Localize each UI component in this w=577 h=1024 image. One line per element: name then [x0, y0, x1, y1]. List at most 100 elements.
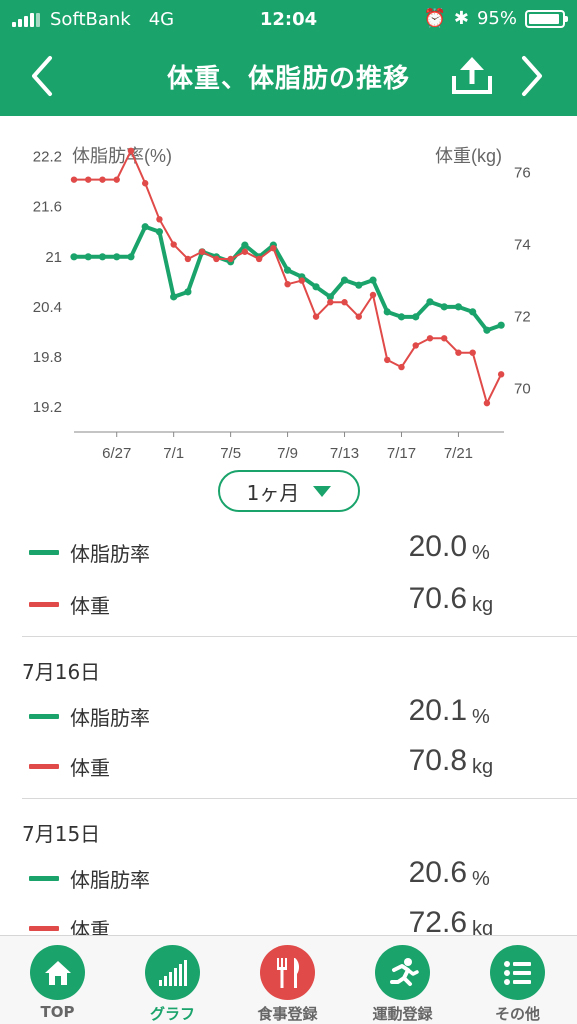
period-selector[interactable]: 1ヶ月	[218, 470, 360, 512]
fat-rate-point	[127, 253, 135, 261]
app-header: SoftBank 4G 12:04 ⏰ ✱ 95% 体重、体脂肪の推移	[0, 0, 577, 116]
row-unit: kg	[472, 756, 494, 778]
right-tick-label: 74	[514, 237, 531, 254]
weight-point	[99, 176, 106, 183]
fat-legend-swatch	[29, 876, 59, 881]
weight-point	[412, 342, 419, 349]
row-value: 20.6	[408, 856, 467, 889]
weight-point	[241, 248, 249, 255]
row-label: 体脂肪率	[70, 706, 150, 730]
weight-fat-chart: 体脂肪率(%) 体重(kg) 22.2 21.6 21 20.4 19.8 19.2 76 74 7…	[33, 146, 531, 460]
entry-row-fat[interactable]: 体脂肪率 20.1 %	[0, 692, 577, 742]
battery-icon	[525, 9, 568, 28]
row-unit: kg	[472, 594, 494, 616]
divider	[22, 798, 577, 799]
bluetooth-icon: ✱	[453, 8, 469, 29]
entry-date: 7月16日	[22, 660, 101, 684]
x-tick-label: 7/1	[163, 445, 184, 460]
tab-exercise[interactable]: 運動登録	[345, 936, 460, 1024]
entry-row-weight[interactable]: 体重 70.8 kg	[0, 742, 577, 792]
x-tick-label: 7/9	[277, 445, 298, 460]
tab-top[interactable]: TOP	[0, 936, 115, 1024]
tab-meal[interactable]: 食事登録	[230, 936, 345, 1024]
x-tick-label: 7/13	[330, 445, 359, 460]
weight-point	[355, 313, 362, 320]
share-icon[interactable]	[446, 52, 498, 100]
weight-point	[156, 216, 163, 223]
tab-graph[interactable]: グラフ	[115, 936, 230, 1024]
left-tick-label: 20.4	[33, 299, 62, 316]
row-unit: %	[472, 868, 490, 890]
summary-row-fat[interactable]: 体脂肪率 20.0 %	[0, 528, 577, 578]
left-tick-label: 21	[45, 249, 62, 266]
status-bar: SoftBank 4G 12:04 ⏰ ✱ 95%	[0, 0, 577, 40]
weight-point	[127, 147, 135, 155]
weight-point	[227, 255, 234, 263]
fat-rate-point	[397, 313, 406, 321]
left-tick-label: 19.2	[33, 399, 62, 416]
row-unit: %	[472, 542, 490, 564]
fat-rate-point	[98, 253, 107, 261]
row-value: 70.6	[408, 582, 467, 615]
weight-point	[113, 176, 120, 183]
left-tick-label: 19.8	[33, 349, 62, 366]
row-label: 体脂肪率	[70, 868, 150, 892]
bar-chart-icon	[145, 945, 200, 1000]
fat-rate-point	[355, 281, 363, 289]
weight-legend-swatch	[29, 764, 59, 769]
running-icon	[375, 945, 430, 1000]
entry-row-fat[interactable]: 体脂肪率 20.6 %	[0, 854, 577, 904]
right-tick-label: 72	[514, 309, 531, 326]
row-value: 20.0	[408, 530, 467, 563]
dropdown-arrow-icon	[313, 485, 332, 497]
next-button[interactable]	[508, 50, 556, 102]
fat-rate-point	[170, 293, 178, 301]
fat-legend-swatch	[29, 714, 59, 719]
row-value: 20.1	[408, 694, 467, 727]
weight-point	[426, 335, 434, 342]
tab-label: グラフ	[149, 1005, 195, 1023]
fat-rate-point	[440, 303, 448, 311]
weight-point	[198, 248, 206, 255]
row-value: 70.8	[408, 744, 467, 777]
fat-rate-point	[283, 266, 292, 274]
fat-rate-point	[141, 223, 149, 231]
weight-point	[184, 255, 192, 263]
weight-point	[141, 180, 149, 187]
alarm-icon: ⏰	[423, 8, 446, 29]
left-tick-label: 21.6	[33, 199, 62, 216]
right-axis-title: 体重(kg)	[435, 146, 502, 166]
fat-rate-point	[454, 303, 463, 311]
right-tick-label: 76	[514, 164, 531, 181]
weight-point	[312, 313, 320, 320]
weight-point	[327, 299, 334, 306]
summary-row-weight[interactable]: 体重 70.6 kg	[0, 580, 577, 630]
tab-label: その他	[494, 1005, 540, 1023]
weight-legend-swatch	[29, 602, 59, 607]
row-label: 体重	[70, 594, 110, 618]
fat-rate-series-line	[74, 224, 502, 333]
weight-legend-swatch	[29, 926, 59, 931]
tab-other[interactable]: その他	[460, 936, 575, 1024]
fat-rate-point	[184, 288, 192, 296]
home-icon	[30, 945, 85, 1000]
weight-point	[270, 244, 277, 252]
weight-point	[398, 363, 405, 371]
weight-series-line	[74, 149, 503, 405]
fat-rate-point	[412, 313, 420, 321]
tab-label: 運動登録	[372, 1005, 433, 1023]
fat-rate-point	[340, 276, 349, 284]
weight-point	[341, 299, 348, 306]
list-icon	[490, 945, 545, 1000]
weight-point	[384, 356, 391, 364]
weight-point	[369, 291, 377, 299]
weight-point	[85, 176, 92, 183]
weight-point	[170, 241, 177, 248]
tab-label: TOP	[40, 1003, 75, 1021]
fat-rate-point	[70, 253, 78, 261]
fat-rate-point	[241, 241, 249, 249]
x-tick-label: 7/5	[220, 445, 241, 460]
fat-legend-swatch	[29, 550, 59, 555]
right-tick-label: 70	[514, 381, 531, 398]
x-tick-label: 7/17	[387, 445, 416, 460]
